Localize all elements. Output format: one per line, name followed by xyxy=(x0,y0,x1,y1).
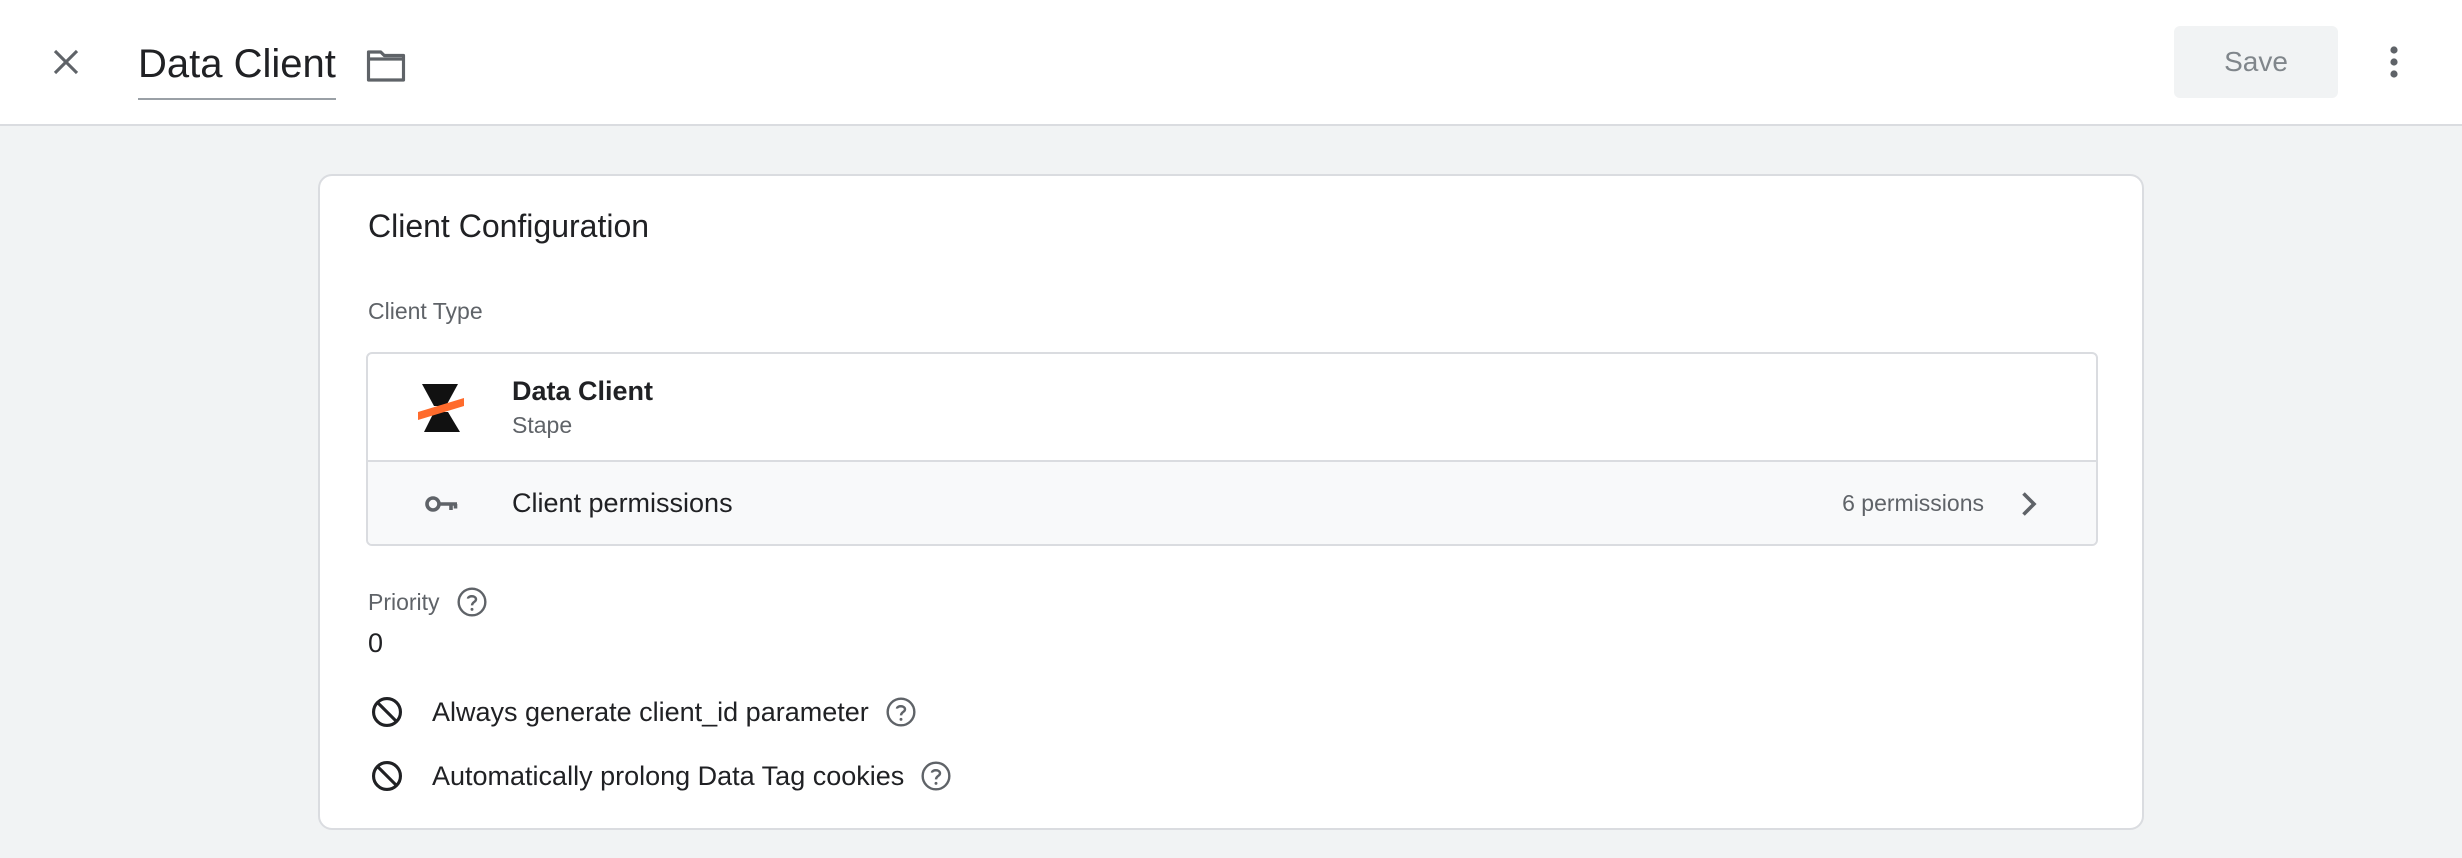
help-icon[interactable] xyxy=(456,586,488,618)
title-field[interactable]: Data Client xyxy=(138,30,336,100)
stape-logo-icon xyxy=(418,384,464,432)
ban-icon xyxy=(371,760,403,792)
save-button[interactable]: Save xyxy=(2174,26,2338,98)
more-vert-icon xyxy=(2390,46,2398,78)
client-type-row[interactable]: Data Client Stape xyxy=(368,354,2096,462)
priority-label: Priority xyxy=(368,588,440,615)
more-options-button[interactable] xyxy=(2372,32,2416,92)
close-icon xyxy=(53,49,79,75)
client-permissions-label: Client permissions xyxy=(512,488,733,518)
priority-label-group: Priority xyxy=(368,584,488,620)
client-name: Data Client xyxy=(512,376,654,406)
help-icon[interactable] xyxy=(885,696,917,728)
top-bar: Data Client Save xyxy=(0,0,2462,126)
folder-icon xyxy=(366,50,406,82)
ban-icon xyxy=(371,696,403,728)
chevron-right-icon xyxy=(2022,492,2037,516)
card-title: Client Configuration xyxy=(368,208,650,244)
permissions-count: 6 permissions xyxy=(1842,490,1984,516)
option-row-prolong-cookies: Automatically prolong Data Tag cookies xyxy=(370,754,952,798)
client-type-box: Data Client Stape Client permissions 6 p… xyxy=(366,352,2098,546)
client-permissions-row[interactable]: Client permissions 6 permissions xyxy=(368,462,2096,544)
folder-button[interactable] xyxy=(358,38,414,94)
client-type-label: Client Type xyxy=(368,298,483,324)
option-row-client-id: Always generate client_id parameter xyxy=(370,690,917,734)
key-icon xyxy=(425,496,458,512)
option-label: Always generate client_id parameter xyxy=(432,696,869,727)
client-configuration-card: Client Configuration Client Type Data Cl… xyxy=(318,174,2144,830)
page-title: Data Client xyxy=(138,42,336,86)
option-label: Automatically prolong Data Tag cookies xyxy=(432,760,905,791)
priority-value: 0 xyxy=(368,628,384,658)
client-vendor: Stape xyxy=(512,412,573,438)
help-icon[interactable] xyxy=(920,760,952,792)
close-button[interactable] xyxy=(36,32,96,92)
